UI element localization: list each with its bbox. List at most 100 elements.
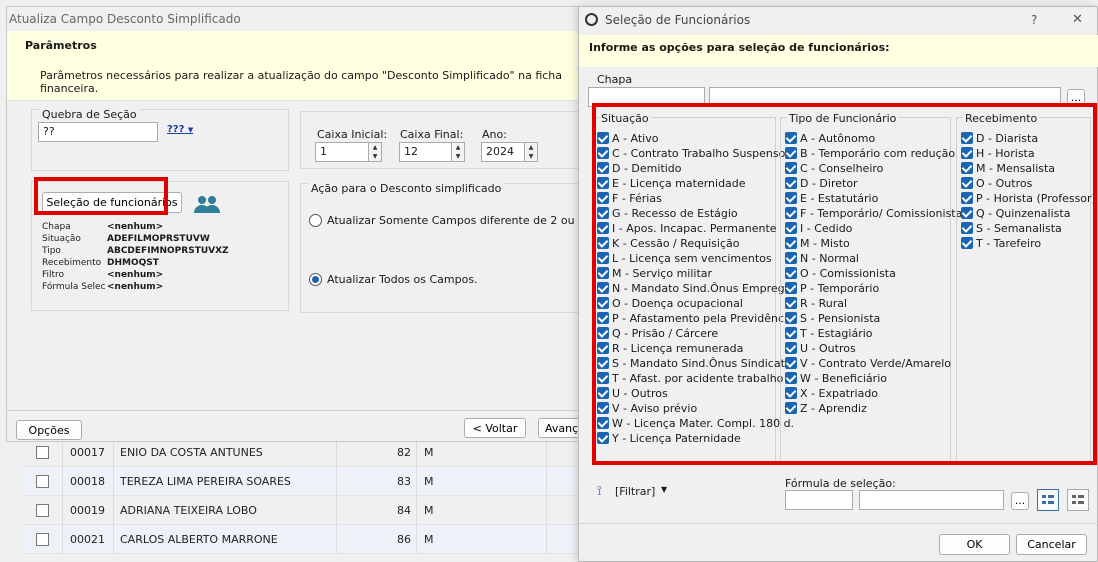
banner-heading: Parâmetros bbox=[25, 39, 97, 52]
table-row[interactable]: 00019 ADRIANA TEIXEIRA LOBO 84 M bbox=[22, 496, 582, 525]
row-name: ENIO DA COSTA ANTUNES bbox=[120, 446, 263, 459]
caixa-inicial-input[interactable]: 1 bbox=[315, 142, 370, 162]
table-row[interactable]: 00021 CARLOS ALBERTO MARRONE 86 M bbox=[22, 525, 582, 554]
row-sex: M bbox=[424, 504, 434, 517]
view-list-icon[interactable] bbox=[1037, 489, 1059, 511]
caixa-inicial-label: Caixa Inicial: bbox=[317, 128, 388, 141]
formula-label: Fórmula de seleção: bbox=[785, 477, 896, 490]
formula-name-input[interactable] bbox=[859, 490, 1004, 510]
dialog-title: Atualiza Campo Desconto Simplificado bbox=[9, 12, 241, 26]
row-name: ADRIANA TEIXEIRA LOBO bbox=[120, 504, 257, 517]
row-checkbox[interactable] bbox=[36, 475, 49, 488]
section-break-input[interactable]: ?? bbox=[38, 122, 158, 142]
chapa-label: Chapa bbox=[597, 73, 633, 86]
column-divider bbox=[416, 467, 417, 496]
info-key: Chapa bbox=[42, 222, 71, 232]
dialog-title: Seleção de Funcionários bbox=[605, 13, 751, 27]
caixa-inicial-spinner[interactable]: ▲ ▼ bbox=[368, 142, 382, 162]
column-divider bbox=[416, 496, 417, 525]
column-divider bbox=[336, 438, 337, 467]
row-code: 00017 bbox=[70, 446, 105, 459]
column-divider bbox=[62, 496, 63, 525]
formula-browse-button[interactable]: ... bbox=[1011, 492, 1029, 510]
column-divider bbox=[336, 467, 337, 496]
column-divider bbox=[113, 525, 114, 554]
column-divider bbox=[416, 525, 417, 554]
row-sex: M bbox=[424, 533, 434, 546]
row-code: 00018 bbox=[70, 475, 105, 488]
column-divider bbox=[113, 438, 114, 467]
parameters-banner: Parâmetros Parâmetros necessários para r… bbox=[7, 31, 586, 101]
info-value: <nenhum> bbox=[107, 270, 164, 280]
radio-update-some[interactable] bbox=[309, 214, 322, 227]
section-break-label: Quebra de Seção bbox=[40, 108, 139, 121]
ano-input[interactable]: 2024 bbox=[481, 142, 526, 162]
section-break-group: Quebra de Seção ?? ??? ▼ bbox=[31, 108, 289, 171]
info-key: Fórmula Selec bbox=[42, 282, 106, 292]
row-code: 00021 bbox=[70, 533, 105, 546]
column-divider bbox=[113, 496, 114, 525]
options-button[interactable]: Opções bbox=[16, 420, 82, 440]
column-divider bbox=[336, 496, 337, 525]
update-discount-dialog: Atualiza Campo Desconto Simplificado Par… bbox=[6, 6, 589, 442]
info-value: <nenhum> bbox=[107, 222, 164, 232]
title-bar: Seleção de Funcionários ? ✕ bbox=[579, 7, 1098, 35]
row-sex: M bbox=[424, 446, 434, 459]
row-code: 00019 bbox=[70, 504, 105, 517]
column-divider bbox=[416, 438, 417, 467]
back-button[interactable]: < Voltar bbox=[464, 418, 526, 438]
row-name: TEREZA LIMA PEREIRA SOARES bbox=[120, 475, 291, 488]
close-icon[interactable]: ✕ bbox=[1072, 12, 1083, 27]
row-number: 86 bbox=[397, 533, 411, 546]
action-group-label: Ação para o Desconto simplificado bbox=[309, 182, 504, 195]
section-picker-icon[interactable]: ??? ▼ bbox=[167, 124, 193, 135]
footer-divider bbox=[579, 523, 1098, 524]
info-key: Filtro bbox=[42, 270, 65, 280]
chapa-group: Chapa ... bbox=[588, 73, 1088, 107]
selection-banner: Informe as opções para seleção de funcio… bbox=[579, 35, 1098, 67]
row-sex: M bbox=[424, 475, 434, 488]
info-key: Recebimento bbox=[42, 258, 102, 268]
section-picker-text: ??? bbox=[167, 124, 185, 135]
caixa-final-label: Caixa Final: bbox=[400, 128, 464, 141]
column-divider bbox=[336, 525, 337, 554]
column-divider bbox=[546, 467, 547, 496]
row-checkbox[interactable] bbox=[36, 533, 49, 546]
filter-dropdown-icon[interactable]: ▼ bbox=[661, 485, 667, 494]
footer-divider bbox=[7, 410, 586, 411]
people-icon bbox=[192, 194, 222, 217]
row-number: 83 bbox=[397, 475, 411, 488]
caixa-final-input[interactable]: 12 bbox=[399, 142, 454, 162]
column-divider bbox=[62, 467, 63, 496]
employee-selection-dialog: Seleção de Funcionários ? ✕ Informe as o… bbox=[578, 6, 1098, 562]
box-range-group: Caixa Inicial: 1 ▲ ▼ Caixa Final: 12 ▲ ▼ A… bbox=[300, 111, 586, 169]
info-value: DHMOQST bbox=[107, 258, 159, 268]
column-divider bbox=[546, 525, 547, 554]
row-checkbox[interactable] bbox=[36, 504, 49, 517]
cancel-button[interactable]: Cancelar bbox=[1016, 534, 1087, 555]
caixa-final-spinner[interactable]: ▲ ▼ bbox=[451, 142, 465, 162]
chevron-down-icon: ▼ bbox=[187, 126, 194, 134]
highlight-box bbox=[592, 103, 1097, 465]
help-icon[interactable]: ? bbox=[1031, 13, 1037, 27]
ok-button[interactable]: OK bbox=[939, 534, 1010, 555]
radio-update-all[interactable] bbox=[309, 273, 322, 286]
table-row[interactable]: 00017 ENIO DA COSTA ANTUNES 82 M bbox=[22, 438, 582, 467]
table-row[interactable]: 00018 TEREZA LIMA PEREIRA SOARES 83 M bbox=[22, 467, 582, 496]
banner-heading: Informe as opções para seleção de funcio… bbox=[589, 41, 890, 54]
filter-button[interactable]: [Filtrar] bbox=[615, 485, 655, 498]
row-checkbox[interactable] bbox=[36, 446, 49, 459]
column-divider bbox=[113, 467, 114, 496]
ano-spinner[interactable]: ▲ ▼ bbox=[524, 142, 538, 162]
row-name: CARLOS ALBERTO MARRONE bbox=[120, 533, 278, 546]
filter-icon[interactable]: ⟟ bbox=[597, 484, 602, 499]
app-icon bbox=[585, 13, 598, 26]
info-value: <nenhum> bbox=[107, 282, 164, 292]
view-grid-icon[interactable] bbox=[1067, 489, 1089, 511]
column-divider bbox=[62, 525, 63, 554]
radio-update-all-label: Atualizar Todos os Campos. bbox=[327, 273, 478, 286]
info-value: ADEFILMOPRSTUVW bbox=[107, 234, 210, 244]
banner-description: Parâmetros necessários para realizar a a… bbox=[40, 69, 563, 95]
action-group: Ação para o Desconto simplificado Atuali… bbox=[300, 182, 589, 313]
formula-code-input[interactable] bbox=[785, 490, 853, 510]
